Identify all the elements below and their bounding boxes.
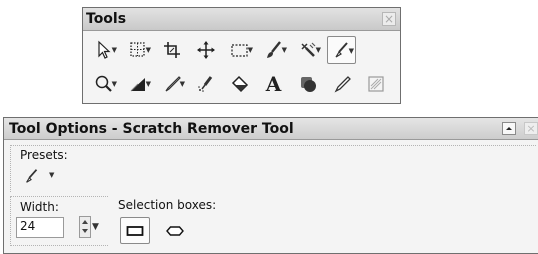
fill-tool[interactable] (225, 70, 254, 98)
selection-boxes-label: Selection boxes: (118, 198, 217, 212)
pen-tool[interactable] (327, 70, 356, 98)
dotted-square-icon (129, 42, 145, 57)
tools-palette-title-bar[interactable]: Tools × (83, 8, 400, 31)
spin-up-icon[interactable] (82, 220, 88, 224)
dashed-rectangle-icon (230, 44, 248, 57)
magnifier-icon (95, 75, 112, 92)
pen-icon (334, 76, 351, 93)
chevron-down-icon[interactable]: ▼ (92, 222, 99, 232)
tools-row-2: ▼ ▼ ▼ A (89, 69, 395, 99)
width-group: Width: 24 ▼ (10, 196, 108, 246)
tools-row-1: ▼ ▼ ▼ ▼ ▼ ▼ (89, 35, 361, 65)
presets-dropdown[interactable]: ▼ (23, 167, 63, 187)
paintbrush-icon (266, 41, 281, 58)
warp-tool[interactable] (361, 70, 390, 98)
eraser-icon (165, 76, 181, 92)
tools-palette-title: Tools (86, 11, 127, 27)
pointer-tool[interactable]: ▼ (89, 36, 118, 64)
picture-tube-tool[interactable]: ▼ (293, 36, 322, 64)
move-tool[interactable] (191, 36, 220, 64)
dodge-tool[interactable]: ▼ (123, 70, 152, 98)
preset-shape-tool[interactable] (293, 70, 322, 98)
chevron-down-icon[interactable]: ▼ (349, 47, 354, 55)
text-icon: A (265, 72, 282, 96)
tool-options-title: Tool Options - Scratch Remover Tool (9, 121, 294, 137)
chevron-down-icon[interactable]: ▼ (282, 46, 287, 54)
chevron-down-icon[interactable]: ▼ (49, 171, 54, 179)
eraser-tool[interactable]: ▼ (157, 70, 186, 98)
tool-options-close-button[interactable]: × (524, 122, 538, 135)
chevron-down-icon[interactable]: ▼ (180, 80, 185, 88)
text-tool[interactable]: A (259, 70, 288, 98)
airbrush-icon (197, 76, 212, 92)
airbrush-tool[interactable] (191, 70, 220, 98)
restore-button[interactable] (502, 122, 516, 135)
tools-palette: Tools × ▼ ▼ ▼ ▼ ▼ ▼ ▼ ▼ ▼ A (82, 7, 401, 104)
presets-group: Presets: ▼ (10, 145, 536, 192)
pointed-selection-box[interactable] (160, 217, 190, 244)
pointed-box-icon (166, 225, 184, 236)
scratch-remover-preset-icon (26, 169, 38, 183)
width-input[interactable]: 24 (16, 217, 64, 238)
marquee-tool[interactable]: ▼ (123, 36, 152, 64)
rectangle-selection-box[interactable] (120, 217, 150, 244)
chevron-down-icon[interactable]: ▼ (112, 80, 117, 88)
tools-close-button[interactable]: × (382, 12, 396, 26)
pointer-arrow-icon (97, 40, 111, 59)
paint-bucket-icon (231, 75, 248, 93)
selection-tool[interactable]: ▼ (225, 36, 254, 64)
crop-tool[interactable] (157, 36, 186, 64)
tool-options-title-bar[interactable]: Tool Options - Scratch Remover Tool × (4, 118, 538, 140)
move-icon (196, 41, 215, 59)
chevron-down-icon[interactable]: ▼ (146, 80, 151, 88)
chevron-down-icon[interactable]: ▼ (316, 46, 321, 54)
rectangle-box-icon (126, 225, 144, 236)
scratch-remover-tool[interactable]: ▼ (327, 36, 356, 64)
crop-icon (163, 42, 180, 58)
tool-options-panel: Tool Options - Scratch Remover Tool × Pr… (3, 117, 538, 254)
zoom-tool[interactable]: ▼ (89, 70, 118, 98)
width-spinner[interactable] (79, 216, 91, 238)
chevron-down-icon[interactable]: ▼ (248, 46, 253, 54)
chevron-down-icon[interactable]: ▼ (112, 46, 117, 54)
shape-icon (300, 77, 316, 92)
picture-tube-icon (300, 42, 315, 57)
chevron-down-icon[interactable]: ▼ (146, 46, 151, 54)
paintbrush-tool[interactable]: ▼ (259, 36, 288, 64)
presets-label: Presets: (20, 148, 68, 162)
dodge-icon (130, 78, 145, 92)
spin-down-icon[interactable] (82, 229, 88, 233)
warp-icon (367, 76, 384, 92)
width-label: Width: (20, 200, 59, 214)
